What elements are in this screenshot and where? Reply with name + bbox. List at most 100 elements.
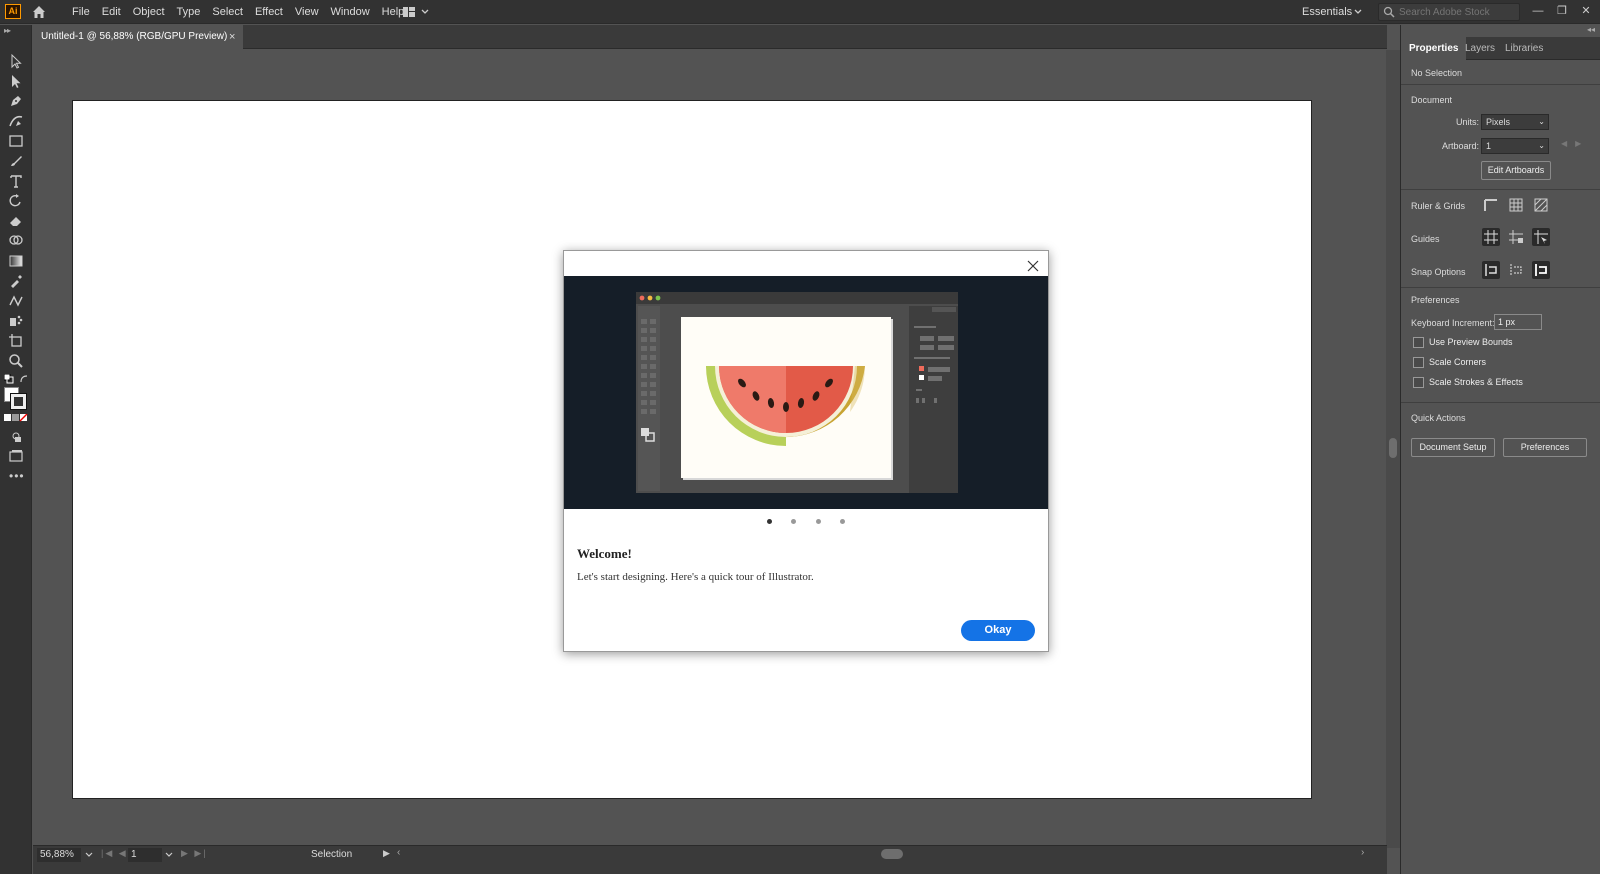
minimize-button[interactable]: — [1530, 3, 1546, 19]
menu-select[interactable]: Select [206, 0, 249, 24]
divider [1401, 189, 1600, 190]
show-guides-icon[interactable] [1482, 228, 1500, 246]
close-window-button[interactable]: ✕ [1578, 3, 1594, 19]
selection-tool-icon[interactable] [8, 53, 24, 69]
lock-guides-icon[interactable] [1507, 228, 1525, 246]
stock-search[interactable] [1378, 3, 1520, 21]
preferences-button[interactable]: Preferences [1503, 438, 1587, 457]
close-document-icon[interactable]: × [229, 25, 235, 49]
tour-page-dot-2[interactable] [791, 519, 797, 524]
paintbrush-tool-icon[interactable] [8, 153, 24, 169]
properties-panel: ◂◂ Properties Layers Libraries No Select… [1400, 25, 1600, 874]
menu-type[interactable]: Type [171, 0, 207, 24]
checkbox-box[interactable] [1413, 357, 1424, 368]
chevron-down-icon[interactable] [1354, 9, 1362, 15]
stroke-swatch[interactable] [10, 393, 27, 410]
menu-object[interactable]: Object [127, 0, 171, 24]
pen-tool-icon[interactable] [8, 93, 24, 109]
artboard-first-prev-nav[interactable]: |◀ ◀ [101, 848, 128, 859]
eyedropper-tool-icon[interactable] [8, 273, 24, 289]
shape-builder-tool-icon[interactable] [8, 233, 24, 249]
direct-selection-tool-icon[interactable] [8, 73, 24, 89]
artboard-number-field[interactable]: 1 [128, 848, 162, 862]
snap-to-glyph-icon[interactable] [1532, 261, 1550, 279]
eraser-tool-icon[interactable] [8, 213, 24, 229]
collapse-panel-icon[interactable]: ◂◂ [1587, 25, 1595, 34]
artboard-next-last-nav[interactable]: ▶ ▶| [181, 848, 208, 859]
scroll-left-icon[interactable]: ‹ [397, 847, 400, 858]
restore-button[interactable]: ❐ [1554, 3, 1570, 19]
tour-page-dot-3[interactable] [815, 519, 821, 524]
transparency-grid-icon[interactable] [1532, 196, 1550, 214]
okay-button[interactable]: Okay [961, 620, 1035, 641]
arrange-documents-icon[interactable] [402, 5, 432, 19]
gradient-tool-icon[interactable] [8, 253, 24, 269]
quick-actions-title: Quick Actions [1411, 413, 1466, 423]
artboard-select[interactable]: 1 ⌄ [1481, 138, 1549, 154]
status-bar: 56,88% |◀ ◀ 1 ▶ ▶| Selection ▶ ‹ › [33, 845, 1387, 874]
default-colors-icon[interactable] [4, 374, 14, 384]
tour-pagination [564, 515, 1048, 524]
color-mode-icons[interactable] [4, 414, 28, 422]
menu-view[interactable]: View [289, 0, 325, 24]
artboard-value: 1 [1486, 141, 1492, 151]
artboard-prev-next-icons[interactable]: ◀▶ [1561, 139, 1589, 148]
document-tab[interactable]: Untitled-1 @ 56,88% (RGB/GPU Preview) × [33, 25, 243, 49]
panel-tab-bar: Properties Layers Libraries [1401, 37, 1600, 60]
divider [1401, 84, 1600, 85]
keyboard-increment-label: Keyboard Increment: [1411, 318, 1495, 328]
snap-to-pixel-icon[interactable] [1507, 261, 1525, 279]
edit-artboards-button[interactable]: Edit Artboards [1481, 161, 1551, 180]
menu-window[interactable]: Window [325, 0, 376, 24]
vertical-scroll-thumb[interactable] [1389, 438, 1397, 458]
document-setup-button[interactable]: Document Setup [1411, 438, 1495, 457]
symbol-sprayer-tool-icon[interactable] [8, 313, 24, 329]
workspace-switcher[interactable]: Essentials [1302, 0, 1352, 24]
smart-guides-icon[interactable] [1532, 228, 1550, 246]
stock-search-input[interactable] [1399, 5, 1517, 19]
snap-to-point-icon[interactable] [1482, 261, 1500, 279]
edit-toolbar-button[interactable]: ••• [9, 469, 25, 483]
main-menu: File Edit Object Type Select Effect View… [66, 0, 410, 24]
curvature-tool-icon[interactable] [8, 113, 24, 129]
status-menu-arrow-icon[interactable]: ▶ [383, 848, 390, 859]
tour-illustration [564, 276, 1048, 509]
chevron-down-icon[interactable] [165, 852, 173, 858]
divider [1401, 402, 1600, 403]
units-select[interactable]: Pixels ⌄ [1481, 114, 1549, 130]
close-icon[interactable] [1026, 259, 1040, 273]
swap-colors-icon[interactable] [19, 374, 29, 384]
tour-page-dot-4[interactable] [839, 519, 845, 524]
checkbox-box[interactable] [1413, 377, 1424, 388]
type-tool-icon[interactable] [8, 173, 24, 189]
rectangle-tool-icon[interactable] [8, 133, 24, 149]
home-icon[interactable] [31, 4, 47, 20]
checkbox-box[interactable] [1413, 337, 1424, 348]
current-tool-status[interactable]: Selection [311, 848, 352, 862]
ruler-grids-title: Ruler & Grids [1411, 201, 1466, 211]
menu-edit[interactable]: Edit [96, 0, 127, 24]
tab-libraries[interactable]: Libraries [1497, 37, 1551, 60]
artboard-tool-icon[interactable] [8, 333, 24, 349]
scroll-right-icon[interactable]: › [1361, 847, 1364, 858]
menu-effect[interactable]: Effect [249, 0, 289, 24]
collapse-toolbar-icon[interactable]: ▸▸ [4, 26, 11, 35]
grid-icon[interactable] [1507, 196, 1525, 214]
vertical-scrollbar[interactable] [1386, 50, 1400, 848]
rulers-icon[interactable] [1482, 196, 1500, 214]
menu-bar: Ai File Edit Object Type Select Effect V… [0, 0, 1600, 24]
zoom-tool-icon[interactable] [8, 353, 24, 369]
keyboard-increment-field[interactable]: 1 px [1494, 314, 1542, 330]
rotate-tool-icon[interactable] [8, 193, 24, 209]
zoom-level-field[interactable]: 56,88% [37, 848, 81, 862]
horizontal-scroll-thumb[interactable] [881, 849, 903, 859]
preferences-section-title: Preferences [1411, 295, 1460, 305]
menu-file[interactable]: File [66, 0, 96, 24]
draw-mode-icon[interactable] [8, 428, 24, 444]
chevron-down-icon[interactable] [85, 852, 93, 858]
blend-tool-icon[interactable] [8, 293, 24, 309]
document-tab-title: Untitled-1 @ 56,88% (RGB/GPU Preview) [41, 31, 228, 42]
tour-page-dot-1[interactable] [767, 519, 773, 524]
screen-mode-icon[interactable] [8, 448, 24, 464]
dialog-title: Welcome! [577, 546, 632, 561]
